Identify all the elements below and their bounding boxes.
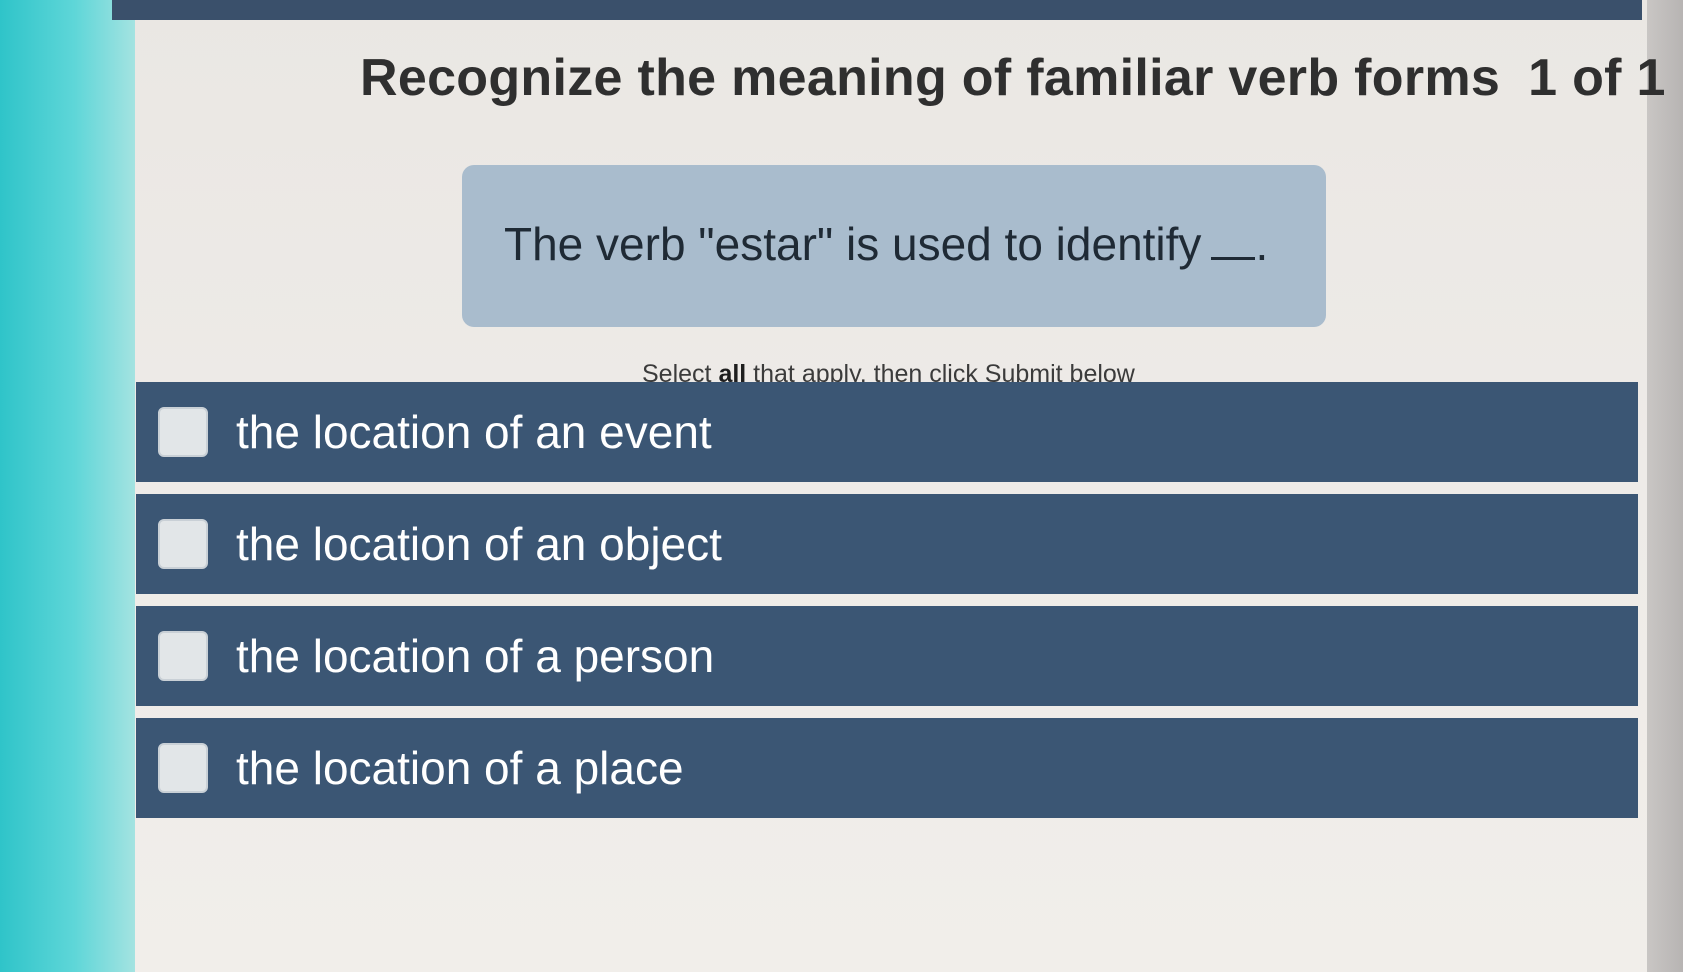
background-edge [0, 0, 135, 972]
question-card: The verb "estar" is used to identify. [462, 165, 1326, 327]
question-period: . [1255, 218, 1269, 270]
title-text: Recognize the meaning of familiar verb f… [360, 49, 1501, 107]
option-label: the location of a place [236, 742, 684, 794]
checkbox[interactable] [158, 407, 208, 457]
option-label: the location of a person [236, 630, 715, 682]
page-title: Recognize the meaning of familiar verb f… [360, 48, 1666, 108]
monitor-bezel [1647, 0, 1683, 972]
checkbox[interactable] [158, 519, 208, 569]
top-header-bar [112, 0, 1642, 20]
option-place[interactable]: the location of a place [136, 718, 1638, 818]
checkbox[interactable] [158, 743, 208, 793]
answer-options: the location of an event the location of… [136, 382, 1638, 830]
question-text: The verb "estar" is used to identify [504, 218, 1202, 270]
option-event[interactable]: the location of an event [136, 382, 1638, 482]
question-counter: 1 of 1 [1528, 49, 1666, 107]
option-label: the location of an event [236, 406, 712, 458]
question-prompt: The verb "estar" is used to identify. [504, 217, 1268, 271]
answer-blank [1211, 257, 1256, 260]
checkbox[interactable] [158, 631, 208, 681]
option-person[interactable]: the location of a person [136, 606, 1638, 706]
option-label: the location of an object [236, 518, 722, 570]
option-object[interactable]: the location of an object [136, 494, 1638, 594]
